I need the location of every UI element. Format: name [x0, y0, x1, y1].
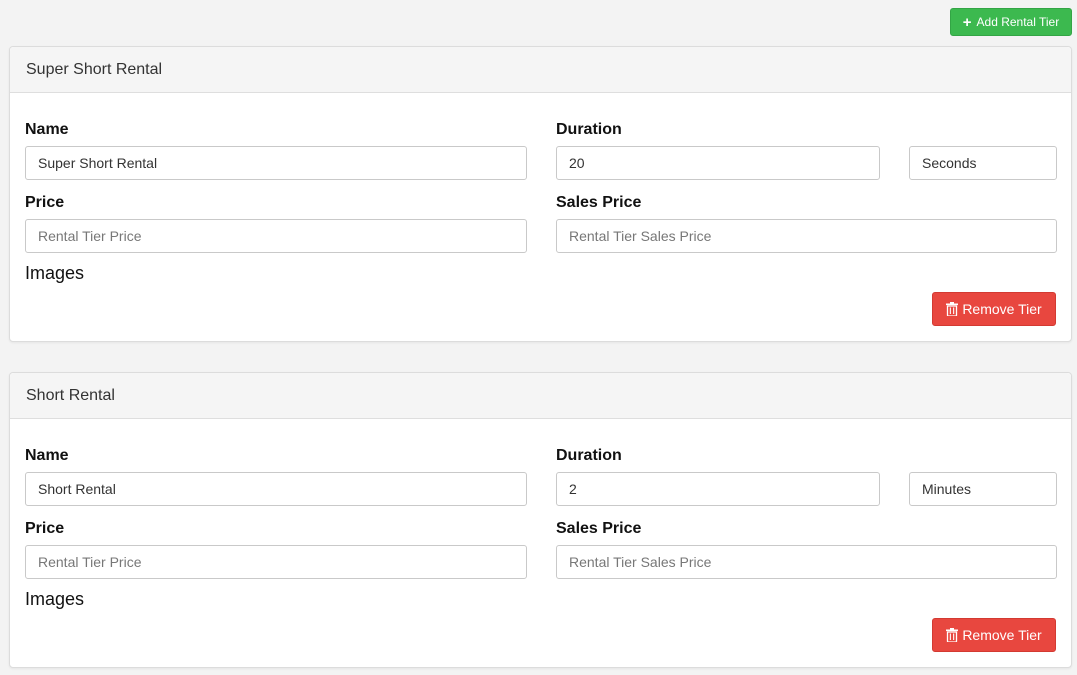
trash-icon [946, 628, 959, 642]
price-input[interactable] [25, 219, 527, 253]
duration-label: Duration [556, 447, 622, 464]
rental-tier-panel: Short Rental Name Duration Minutes Price… [9, 372, 1072, 668]
duration-unit-value: Minutes [922, 481, 972, 497]
remove-tier-button[interactable]: Remove Tier [932, 292, 1056, 326]
trash-icon [946, 302, 959, 316]
sales-price-label: Sales Price [556, 520, 642, 537]
add-rental-tier-label: Add Rental Tier [976, 15, 1060, 29]
duration-unit-select[interactable]: Seconds [909, 146, 1057, 180]
duration-unit-select[interactable]: Minutes [909, 472, 1057, 506]
sales-price-label: Sales Price [556, 194, 642, 211]
images-label: Images [25, 263, 85, 283]
remove-tier-button[interactable]: Remove Tier [932, 618, 1056, 652]
name-label: Name [25, 121, 69, 138]
name-input[interactable] [25, 146, 527, 180]
price-label: Price [25, 194, 65, 211]
duration-input[interactable] [556, 472, 880, 506]
add-rental-tier-button[interactable]: + Add Rental Tier [950, 8, 1072, 36]
name-label: Name [25, 447, 69, 464]
remove-tier-label: Remove Tier [962, 301, 1042, 317]
duration-unit-value: Seconds [922, 155, 977, 171]
duration-input[interactable] [556, 146, 880, 180]
name-input[interactable] [25, 472, 527, 506]
page: + Add Rental Tier Super Short Rental Nam… [0, 0, 1077, 675]
plus-icon: + [962, 13, 972, 31]
price-input[interactable] [25, 545, 527, 579]
tier-title: Short Rental [26, 386, 115, 404]
duration-label: Duration [556, 121, 622, 138]
images-label: Images [25, 589, 85, 609]
price-label: Price [25, 520, 65, 537]
tier-title: Super Short Rental [26, 60, 163, 78]
sales-price-input[interactable] [556, 219, 1057, 253]
remove-tier-label: Remove Tier [962, 627, 1042, 643]
tier-header: Super Short Rental [10, 47, 1071, 93]
tier-header: Short Rental [10, 373, 1071, 419]
sales-price-input[interactable] [556, 545, 1057, 579]
rental-tier-panel: Super Short Rental Name Duration Seconds… [9, 46, 1072, 342]
